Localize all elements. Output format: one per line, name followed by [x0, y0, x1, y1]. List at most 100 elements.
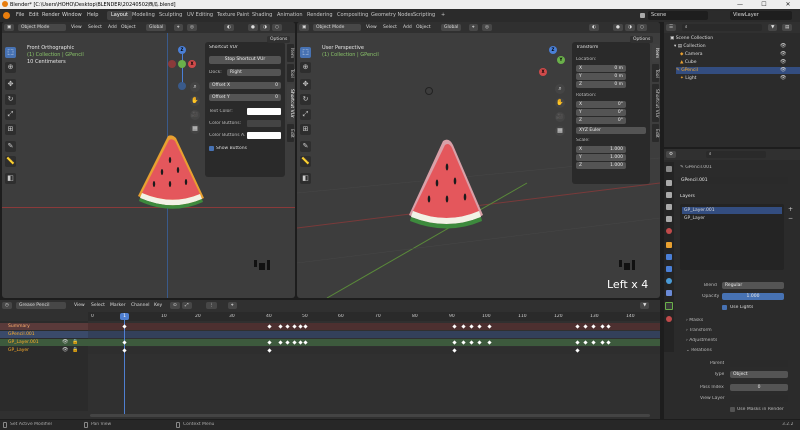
gizmo-x-icon[interactable]: X: [188, 60, 196, 68]
editor-type-button[interactable]: ▣: [4, 24, 15, 31]
new-collection-icon[interactable]: ▤: [782, 24, 793, 31]
output-tab-icon[interactable]: [666, 192, 672, 198]
type-dropdown[interactable]: Object: [730, 371, 788, 378]
visibility-eye-icon[interactable]: 👁: [62, 347, 68, 353]
offset-y-field[interactable]: Offset Y 0: [209, 94, 281, 101]
scale-tool-icon[interactable]: ⤢: [5, 109, 16, 120]
channel-summary[interactable]: Summary: [0, 323, 88, 330]
view-menu[interactable]: View: [72, 302, 87, 309]
playhead-line[interactable]: [124, 318, 125, 414]
effects-tab-icon[interactable]: [666, 266, 672, 272]
properties-search-input[interactable]: ⌕: [706, 151, 766, 158]
data-tab-icon[interactable]: [665, 302, 673, 310]
interpolation-icon[interactable]: ⋮: [206, 302, 217, 309]
visibility-eye-icon[interactable]: 👁: [780, 75, 786, 81]
stop-shortcut-button[interactable]: Stop Shortcut VUr: [209, 56, 281, 64]
maximize-button[interactable]: ☐: [752, 0, 776, 9]
tab-edit[interactable]: Edit: [287, 124, 294, 142]
editor-type-button[interactable]: ⚙: [666, 151, 677, 158]
cursor-tool-icon[interactable]: ⊕: [5, 62, 16, 73]
text-color-swatch[interactable]: [247, 108, 281, 115]
move-tool-icon[interactable]: ✥: [300, 79, 311, 90]
zoom-icon[interactable]: ⌕: [190, 82, 200, 92]
visibility-eye-icon[interactable]: 👁: [780, 51, 786, 57]
scale-z-field[interactable]: Z 1.000: [576, 162, 626, 169]
blend-dropdown[interactable]: Regular: [722, 282, 784, 289]
editor-type-button[interactable]: ▣: [299, 24, 310, 31]
add-cube-tool-icon[interactable]: ◧: [5, 173, 16, 184]
layers-header[interactable]: Layers: [680, 194, 695, 199]
options-dropdown[interactable]: Options: [267, 36, 291, 43]
tab-tool[interactable]: Tool: [287, 64, 294, 82]
watermelon-drawing[interactable]: [132, 132, 212, 212]
scene-tab-icon[interactable]: [666, 216, 672, 222]
camera-view-icon[interactable]: 🎥: [190, 110, 200, 120]
tool-tab-icon[interactable]: [666, 166, 672, 172]
transform-orientation-dropdown[interactable]: Global: [441, 24, 462, 31]
tab-shortcut-vur[interactable]: Shortcut VUr: [287, 84, 294, 122]
select-tool-icon[interactable]: ⬚: [300, 47, 311, 58]
material-tab-icon[interactable]: [666, 316, 672, 322]
menu-help[interactable]: Help: [84, 11, 101, 20]
current-frame-indicator[interactable]: 1: [120, 313, 129, 320]
rotation-x-field[interactable]: X 0°: [576, 101, 626, 108]
rotate-tool-icon[interactable]: ↻: [5, 94, 16, 105]
options-dropdown[interactable]: Options: [630, 36, 654, 43]
cursor-tool-icon[interactable]: ⊕: [300, 62, 311, 73]
layer-filter-icon[interactable]: ⊙: [170, 302, 180, 309]
lock-icon[interactable]: 🔒: [72, 339, 78, 345]
use-lights-checkbox[interactable]: [722, 305, 727, 310]
gizmo-neg-z-icon[interactable]: [178, 82, 186, 90]
dock-dropdown[interactable]: Right: [227, 69, 281, 76]
parent-field[interactable]: [730, 360, 788, 367]
gizmo-x-icon[interactable]: X: [539, 68, 547, 76]
shading-material-icon[interactable]: ◑: [260, 24, 270, 31]
outliner-item-collection[interactable]: ▾ ▤ Collection: [674, 43, 796, 50]
relations-section[interactable]: ⌄ Relations: [686, 348, 712, 353]
location-y-field[interactable]: Y0 m: [576, 73, 626, 80]
rotation-y-field[interactable]: Y 0°: [576, 109, 626, 116]
scale-x-field[interactable]: X 1.000: [576, 146, 626, 153]
layer-item[interactable]: GP_Layer: [682, 215, 782, 222]
add-workspace-button[interactable]: +: [437, 11, 449, 20]
object-menu[interactable]: Object: [119, 24, 138, 31]
offset-x-field[interactable]: Offset X 0: [209, 82, 281, 89]
annotate-tool-icon[interactable]: ✎: [300, 141, 311, 152]
tab-rendering[interactable]: Rendering: [303, 11, 337, 20]
modifier-tab-icon[interactable]: [666, 254, 672, 260]
rotation-z-field[interactable]: Z 0°: [576, 117, 626, 124]
layer-item-active[interactable]: GP_Layer.001: [682, 207, 782, 214]
visibility-eye-icon[interactable]: 👁: [780, 67, 786, 73]
layer-add-button[interactable]: +: [788, 206, 793, 213]
gizmo-neg-x-icon[interactable]: [168, 60, 176, 68]
transform-tool-icon[interactable]: ⊞: [300, 124, 311, 135]
marker-menu[interactable]: Marker: [108, 302, 128, 309]
view-layer-tab-icon[interactable]: [666, 204, 672, 210]
axis-gizmo[interactable]: Z Y X: [539, 46, 567, 86]
visibility-eye-icon[interactable]: 👁: [780, 59, 786, 65]
select-menu[interactable]: Select: [89, 302, 107, 309]
overlay-icon[interactable]: ◐: [224, 24, 234, 31]
close-button[interactable]: ✕: [776, 0, 800, 9]
shading-solid-icon[interactable]: ●: [248, 24, 258, 31]
shading-render-icon[interactable]: ○: [272, 24, 282, 31]
only-selected-icon[interactable]: ⤢: [182, 302, 192, 309]
pan-hand-icon[interactable]: ✋: [190, 96, 200, 106]
transform-header[interactable]: Transform: [576, 45, 598, 50]
view-menu[interactable]: View: [69, 24, 84, 31]
outliner-item-light[interactable]: ✦ Light: [680, 75, 796, 82]
filters-icon[interactable]: ▼: [640, 302, 650, 309]
rotate-tool-icon[interactable]: ↻: [300, 94, 311, 105]
object-mode-dropdown[interactable]: Object Mode: [18, 24, 66, 31]
show-buttons-checkbox[interactable]: [209, 146, 214, 151]
snap-icon[interactable]: ⌖: [174, 24, 183, 31]
tab-edit[interactable]: Edit: [652, 124, 659, 142]
frame-ruler[interactable]: 0 10 20 30 40 50 60 70 80 90 100 110 120…: [88, 312, 660, 321]
physics-tab-icon[interactable]: [666, 278, 672, 284]
constraints-tab-icon[interactable]: [666, 290, 672, 296]
right-viewport[interactable]: ▣ Object Mode View Select Add Object Glo…: [297, 22, 660, 298]
add-menu[interactable]: Add: [401, 24, 414, 31]
tab-tool[interactable]: Tool: [652, 64, 659, 82]
masks-section[interactable]: › Masks: [686, 318, 703, 323]
object-mode-dropdown[interactable]: Object Mode: [313, 24, 361, 31]
